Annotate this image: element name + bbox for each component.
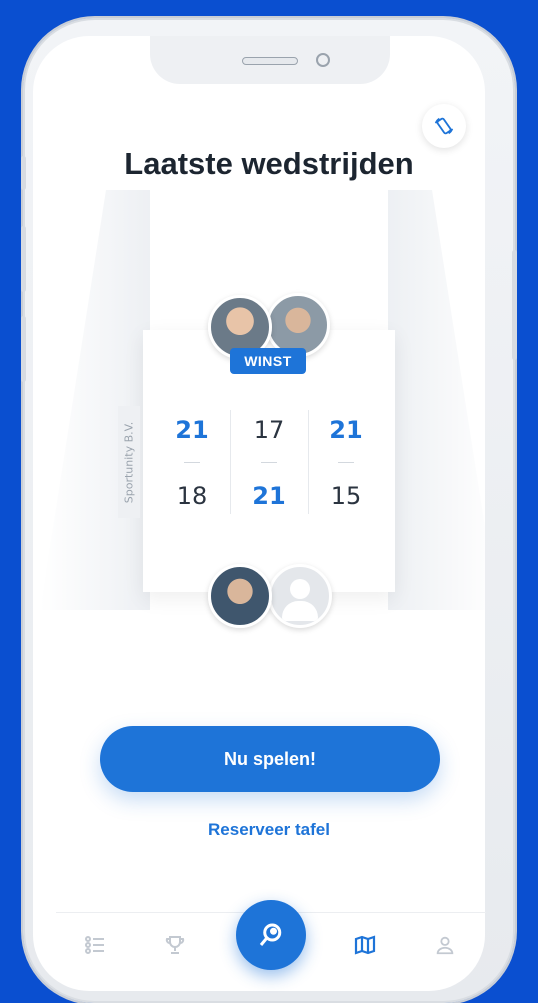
tab-profile[interactable] <box>430 930 460 960</box>
tab-list[interactable] <box>80 930 110 960</box>
tab-play-main[interactable] <box>236 900 306 970</box>
set-score-2: 17 21 <box>231 410 307 514</box>
list-icon <box>85 936 104 954</box>
set-1-top-score: 21 <box>175 416 209 444</box>
placeholder-body-icon <box>282 601 318 621</box>
rotate-device-icon <box>434 117 454 135</box>
profile-icon <box>436 936 454 955</box>
phone-volume-down <box>21 316 26 382</box>
rotate-device-button[interactable] <box>422 104 466 148</box>
trophy-icon <box>165 936 185 954</box>
tab-trophy[interactable] <box>160 930 190 960</box>
set-2-bottom-score: 21 <box>252 482 286 510</box>
search-ping-pong-icon <box>259 923 282 946</box>
club-name: Sportunity B.V. <box>122 421 136 503</box>
page-title: Laatste wedstrijden <box>124 146 414 181</box>
placeholder-head-icon <box>290 579 310 599</box>
reserve-table-link[interactable]: Reserveer tafel <box>0 820 538 840</box>
avatar-placeholder <box>268 564 332 628</box>
phone-volume-up <box>21 226 26 292</box>
set-score-1: 21 18 <box>154 410 230 514</box>
avatar-player-3 <box>208 564 272 628</box>
set-2-top-score: 17 <box>253 416 285 444</box>
score-separator <box>184 462 200 463</box>
score-separator <box>261 462 277 463</box>
set-score-3: 21 15 <box>308 410 384 514</box>
score-separator <box>338 462 354 463</box>
tab-map[interactable] <box>350 930 380 960</box>
set-3-bottom-score: 15 <box>330 482 362 510</box>
phone-power-button <box>512 250 517 360</box>
set-1-bottom-score: 18 <box>176 482 208 510</box>
set-3-top-score: 21 <box>329 416 363 444</box>
phone-speaker <box>242 57 298 65</box>
result-badge: WINST <box>230 348 306 374</box>
map-icon <box>354 935 376 955</box>
play-now-button[interactable]: Nu spelen! <box>100 726 440 792</box>
club-side-label: Sportunity B.V. <box>118 406 140 518</box>
phone-camera <box>316 53 330 67</box>
